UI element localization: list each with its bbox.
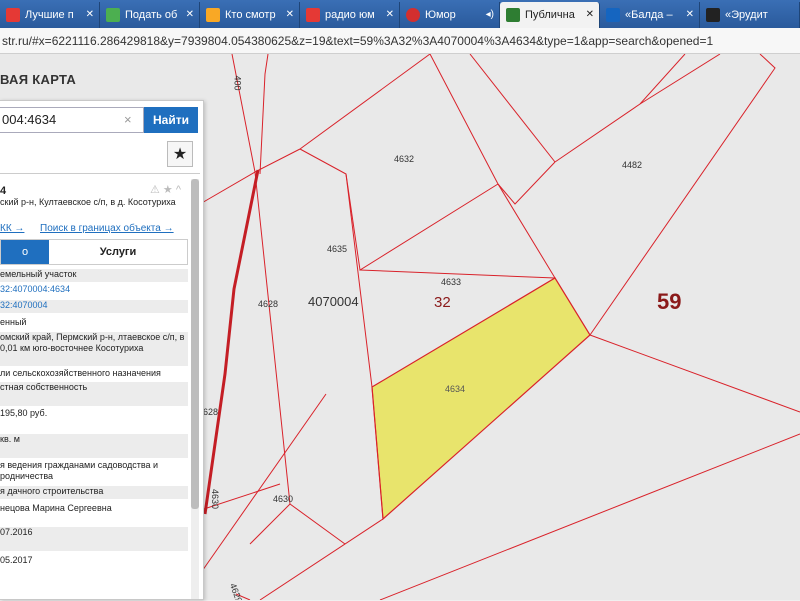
quarter-boundary [203,169,260,515]
close-tab-icon[interactable]: ✕ [86,9,94,20]
tab-label: Подать об [125,9,178,21]
tab-label: «Эрудит [725,9,768,21]
card-links: КК → Поиск в границах объекта → [0,223,174,234]
search-in-bounds-link[interactable]: Поиск в границах объекта → [40,223,174,234]
browser-tab-bar: Лучшие п ✕ Подать об ✕ Кто смотр ✕ радио юм… [0,0,800,28]
close-tab-icon[interactable]: ✕ [586,9,594,20]
quarter-short-label: 32 [434,294,451,311]
youtube-icon [6,8,20,22]
attribute-row: кв. м [0,434,188,458]
parcel-label: 4633 [441,277,462,287]
search-panel: 004:4634 × Найти ★ 4 ⚠ ★ ^ ский р-н, Кул… [0,100,204,600]
card-actions-icons[interactable]: ⚠ ★ ^ [150,183,181,196]
object-address: ский р-н, Култаевское с/п, в д. Косотури… [0,197,176,207]
tab-label: Публична [525,9,575,21]
browser-tab[interactable]: Кто смотр ✕ [200,2,300,28]
scrollbar-thumb[interactable] [191,179,199,509]
panel-scrollbar[interactable] [191,179,199,599]
browser-tab[interactable]: Лучшие п ✕ [0,2,100,28]
close-tab-icon[interactable]: ✕ [386,9,394,20]
close-tab-icon[interactable]: ✕ [686,9,694,20]
parcel-label: 4628 [258,299,279,309]
parcel-label: 4635 [327,244,348,254]
site-icon [206,8,220,22]
close-tab-icon[interactable]: ✕ [186,9,194,20]
attribute-row: емельный участок [0,269,188,282]
app-title: ВАЯ КАРТА [0,72,77,87]
attribute-row[interactable]: 32:4070004 [0,300,188,313]
card-tabs: о Услуги [0,239,188,265]
browser-tab[interactable]: Юмор ◂) [400,2,500,28]
browser-tab[interactable]: «Эрудит [700,2,800,28]
parcel-label: 628 [203,407,219,417]
favorite-star-icon[interactable]: ★ [167,141,193,167]
url-text[interactable]: str.ru/#x=6221116.286429818&y=7939804.05… [0,34,713,48]
attribute-row: енный [0,317,27,327]
game-icon [706,8,720,22]
browser-tab[interactable]: Подать об ✕ [100,2,200,28]
boundary-line [259,54,269,175]
parcel-label: 4482 [622,160,643,170]
pkk-link[interactable]: КК → [0,223,24,234]
parcel-label: 4630 [273,494,294,504]
play-icon [406,8,420,22]
browser-tab[interactable]: радио юм ✕ [300,2,400,28]
region-label: 59 [657,289,682,314]
attribute-row: 05.2017 [0,555,33,565]
letter-b-icon [606,8,620,22]
tab-label: «Балда – [625,9,673,21]
attribute-row: нецова Марина Сергеевна [0,503,112,513]
parcel-label: 400 [232,75,243,91]
rosreestr-icon [506,8,520,22]
object-card: 4 ⚠ ★ ^ ский р-н, Култаевское с/п, в д. … [0,177,196,601]
browser-tab-active[interactable]: Публична ✕ [500,2,600,28]
object-number: 4 [0,185,7,197]
tab-label: Кто смотр [225,9,276,21]
yandex-icon [306,8,320,22]
avito-icon [106,8,120,22]
attribute-row: 07.2016 [0,527,188,551]
search-row: 004:4634 × Найти [0,107,200,133]
divider [0,173,200,174]
attribute-row: стная собственность [0,382,188,406]
parcel-label: 4632 [394,154,415,164]
tab-label: Юмор [425,9,456,21]
tab-label: радио юм [325,9,375,21]
tab-services[interactable]: Услуги [49,240,187,264]
parcel-label: 4630 [210,488,221,510]
clear-icon[interactable]: × [124,112,132,127]
quarter-label: 4070004 [308,294,359,309]
find-button[interactable]: Найти [144,107,198,133]
highlighted-parcel[interactable] [371,277,591,521]
attribute-row: ли сельскохозяйственного назначения [0,368,161,378]
attribute-row: омский край, Пермский р-н, лтаевское с/п… [0,332,188,366]
speaker-icon[interactable]: ◂) [486,9,494,20]
close-tab-icon[interactable]: ✕ [286,9,294,20]
tab-info[interactable]: о [1,240,49,264]
attribute-row: я ведения гражданами садоводства и родни… [0,460,159,481]
search-input[interactable]: 004:4634 [0,107,144,133]
address-bar[interactable]: str.ru/#x=6221116.286429818&y=7939804.05… [0,28,800,54]
attribute-row: 195,80 руб. [0,408,48,418]
browser-tab[interactable]: «Балда – ✕ [600,2,700,28]
attribute-row[interactable]: 32:4070004:4634 [0,284,188,297]
parcel-label: 4634 [445,384,466,394]
tab-label: Лучшие п [25,9,74,21]
attribute-row: я дачного строительства [0,486,188,499]
